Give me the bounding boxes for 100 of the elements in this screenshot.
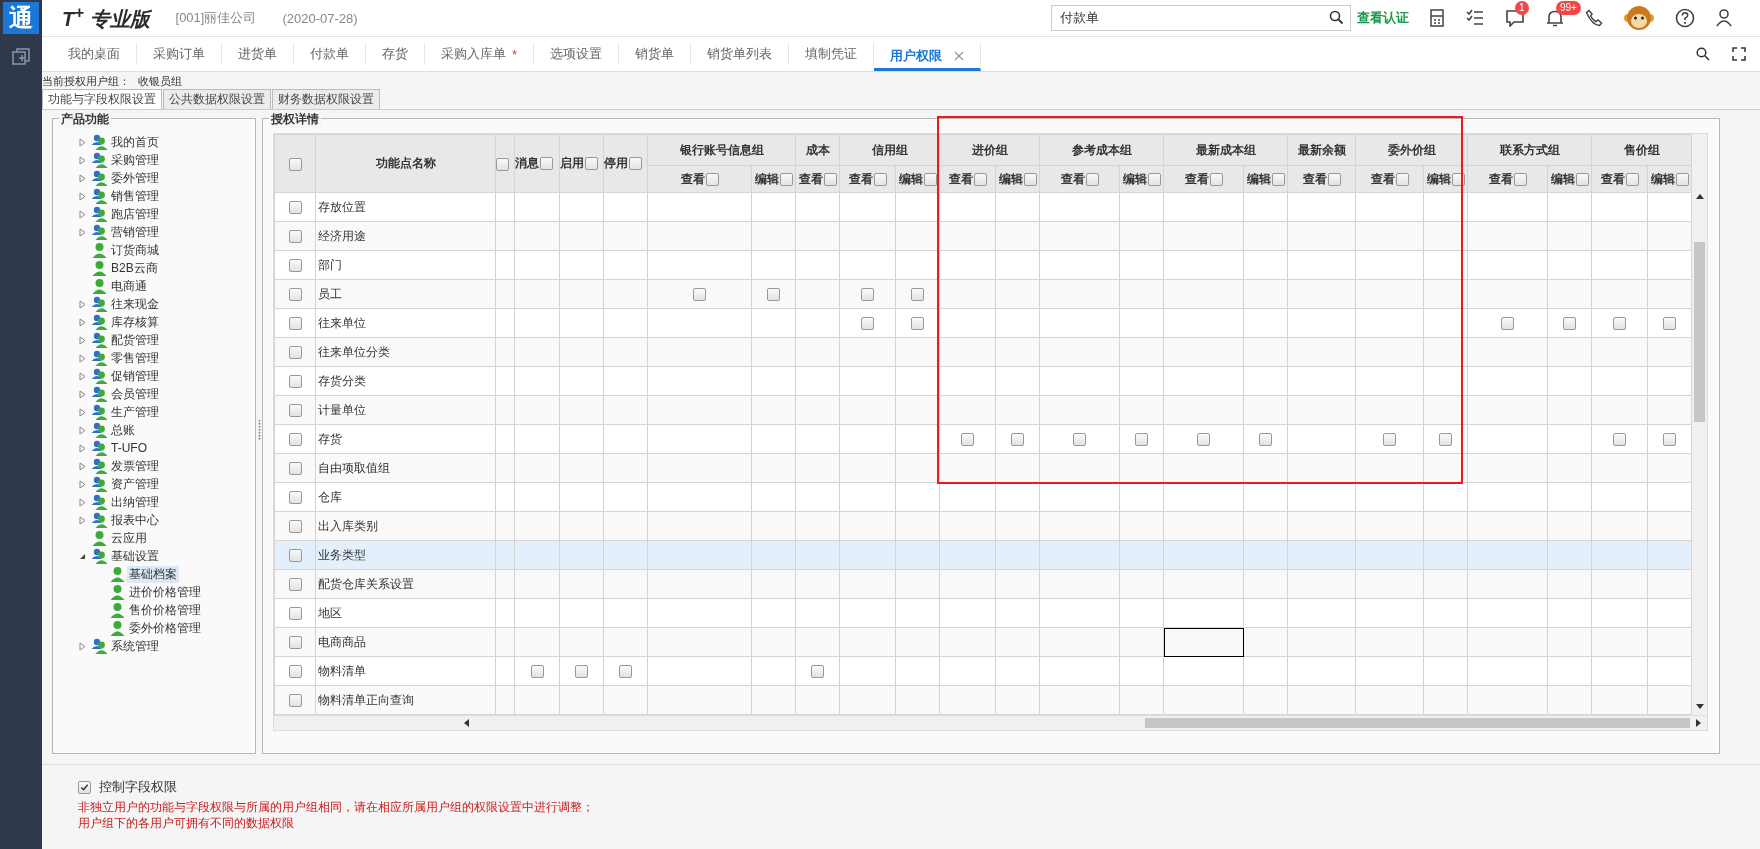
checkbox[interactable] xyxy=(961,433,974,447)
tab[interactable]: 付款单 xyxy=(294,43,366,65)
checkbox[interactable] xyxy=(288,549,302,563)
tree-item[interactable]: 会员管理 xyxy=(109,385,161,403)
checkbox[interactable] xyxy=(1011,433,1024,447)
tree-item[interactable]: 采购管理 xyxy=(109,151,161,169)
expand-arrow-icon[interactable] xyxy=(79,443,86,453)
checkbox[interactable] xyxy=(873,172,887,186)
checkbox[interactable] xyxy=(288,665,302,679)
focused-cell[interactable] xyxy=(1163,627,1244,657)
view-certification-link[interactable]: 查看认证 xyxy=(1357,9,1409,27)
tree-item[interactable]: 总账 xyxy=(109,421,137,439)
checkbox[interactable] xyxy=(1259,433,1272,447)
checkbox[interactable] xyxy=(1197,433,1210,447)
vertical-scrollbar[interactable] xyxy=(1692,134,1707,715)
checkbox[interactable] xyxy=(1675,172,1689,186)
expand-arrow-icon[interactable] xyxy=(79,137,86,147)
checkbox[interactable] xyxy=(288,230,302,244)
checkbox[interactable] xyxy=(693,288,706,302)
checkbox[interactable] xyxy=(779,172,793,186)
checklist-icon[interactable] xyxy=(1466,9,1484,27)
checkbox[interactable] xyxy=(575,665,588,679)
tree-item[interactable]: 基础设置 xyxy=(109,547,161,565)
checkbox[interactable] xyxy=(288,259,302,273)
expand-arrow-icon[interactable] xyxy=(79,227,86,237)
add-window-icon[interactable] xyxy=(12,48,30,66)
checkbox[interactable] xyxy=(1513,172,1527,186)
tree-item[interactable]: 基础档案 xyxy=(127,565,179,583)
search-icon[interactable] xyxy=(1696,47,1710,61)
checkbox[interactable] xyxy=(1613,433,1626,447)
checkbox[interactable] xyxy=(540,157,553,171)
tab[interactable]: 进货单 xyxy=(222,43,294,65)
close-icon[interactable] xyxy=(954,50,965,61)
expand-arrow-icon[interactable] xyxy=(79,209,86,219)
expand-arrow-icon[interactable] xyxy=(79,299,86,309)
expand-arrow-icon[interactable] xyxy=(79,461,86,471)
scroll-up-arrow-icon[interactable] xyxy=(1695,194,1704,199)
checkbox[interactable] xyxy=(288,375,302,389)
tree-item[interactable]: 销售管理 xyxy=(109,187,161,205)
checkbox[interactable] xyxy=(78,781,91,794)
tab[interactable]: 采购订单 xyxy=(137,43,222,65)
tree-item[interactable]: 零售管理 xyxy=(109,349,161,367)
calculator-icon[interactable] xyxy=(1429,9,1445,27)
checkbox[interactable] xyxy=(1271,172,1285,186)
checkbox[interactable] xyxy=(861,317,874,331)
phone-icon[interactable] xyxy=(1585,9,1603,27)
tree-item[interactable]: 出纳管理 xyxy=(109,493,161,511)
expand-arrow-icon[interactable] xyxy=(79,317,86,327)
checkbox[interactable] xyxy=(1575,172,1589,186)
checkbox[interactable] xyxy=(288,607,302,621)
checkbox[interactable] xyxy=(1613,317,1626,331)
expand-arrow-icon[interactable] xyxy=(79,353,86,363)
sub-tab[interactable]: 公共数据权限设置 xyxy=(163,89,271,109)
checkbox[interactable] xyxy=(1023,172,1037,186)
scroll-left-arrow-icon[interactable] xyxy=(464,719,469,727)
expand-arrow-icon[interactable] xyxy=(79,371,86,381)
scroll-down-arrow-icon[interactable] xyxy=(1695,704,1704,709)
checkbox[interactable] xyxy=(288,491,302,505)
expand-arrow-icon[interactable] xyxy=(79,191,86,201)
checkbox[interactable] xyxy=(705,172,719,186)
checkbox[interactable] xyxy=(1073,433,1086,447)
checkbox[interactable] xyxy=(923,172,937,186)
expand-arrow-icon[interactable] xyxy=(79,335,86,345)
tree-item[interactable]: 往来现金 xyxy=(109,295,161,313)
monkey-avatar-icon[interactable] xyxy=(1624,4,1654,32)
tree-item[interactable]: 系统管理 xyxy=(109,637,161,655)
scrollbar-thumb[interactable] xyxy=(1694,241,1705,422)
checkbox[interactable] xyxy=(288,636,302,650)
checkbox[interactable] xyxy=(288,157,302,171)
tab[interactable]: 我的桌面 xyxy=(52,43,137,65)
tree-item[interactable]: 进价价格管理 xyxy=(127,583,203,601)
tree-item[interactable]: 生产管理 xyxy=(109,403,161,421)
tree-item[interactable]: 售价价格管理 xyxy=(127,601,203,619)
checkbox[interactable] xyxy=(1395,172,1409,186)
help-icon[interactable] xyxy=(1675,8,1695,28)
checkbox[interactable] xyxy=(1663,433,1676,447)
expand-arrow-icon[interactable] xyxy=(79,479,86,489)
horizontal-scrollbar[interactable] xyxy=(274,715,1707,730)
tab[interactable]: 采购入库单 * xyxy=(425,43,535,65)
tree-item[interactable]: B2B云商 xyxy=(109,259,160,277)
checkbox[interactable] xyxy=(1383,433,1396,447)
chat-icon[interactable] xyxy=(1505,9,1525,27)
tab[interactable]: 存货 xyxy=(366,43,425,65)
sub-tab[interactable]: 财务数据权限设置 xyxy=(272,89,380,109)
checkbox[interactable] xyxy=(288,404,302,418)
checkbox[interactable] xyxy=(911,288,924,302)
sub-tab[interactable]: 功能与字段权限设置 xyxy=(42,89,162,109)
checkbox[interactable] xyxy=(1085,172,1099,186)
tree-item[interactable]: T-UFO xyxy=(109,441,149,455)
tree-item[interactable]: 报表中心 xyxy=(109,511,161,529)
checkbox[interactable] xyxy=(288,433,302,447)
tree-item[interactable]: 订货商城 xyxy=(109,241,161,259)
checkbox[interactable] xyxy=(1439,433,1452,447)
collapse-arrow-icon[interactable] xyxy=(79,552,86,560)
checkbox[interactable] xyxy=(288,288,302,302)
tree-item[interactable]: 促销管理 xyxy=(109,367,161,385)
checkbox[interactable] xyxy=(861,288,874,302)
tree-item[interactable]: 配货管理 xyxy=(109,331,161,349)
tree-item[interactable]: 发票管理 xyxy=(109,457,161,475)
search-icon[interactable] xyxy=(1329,10,1344,25)
